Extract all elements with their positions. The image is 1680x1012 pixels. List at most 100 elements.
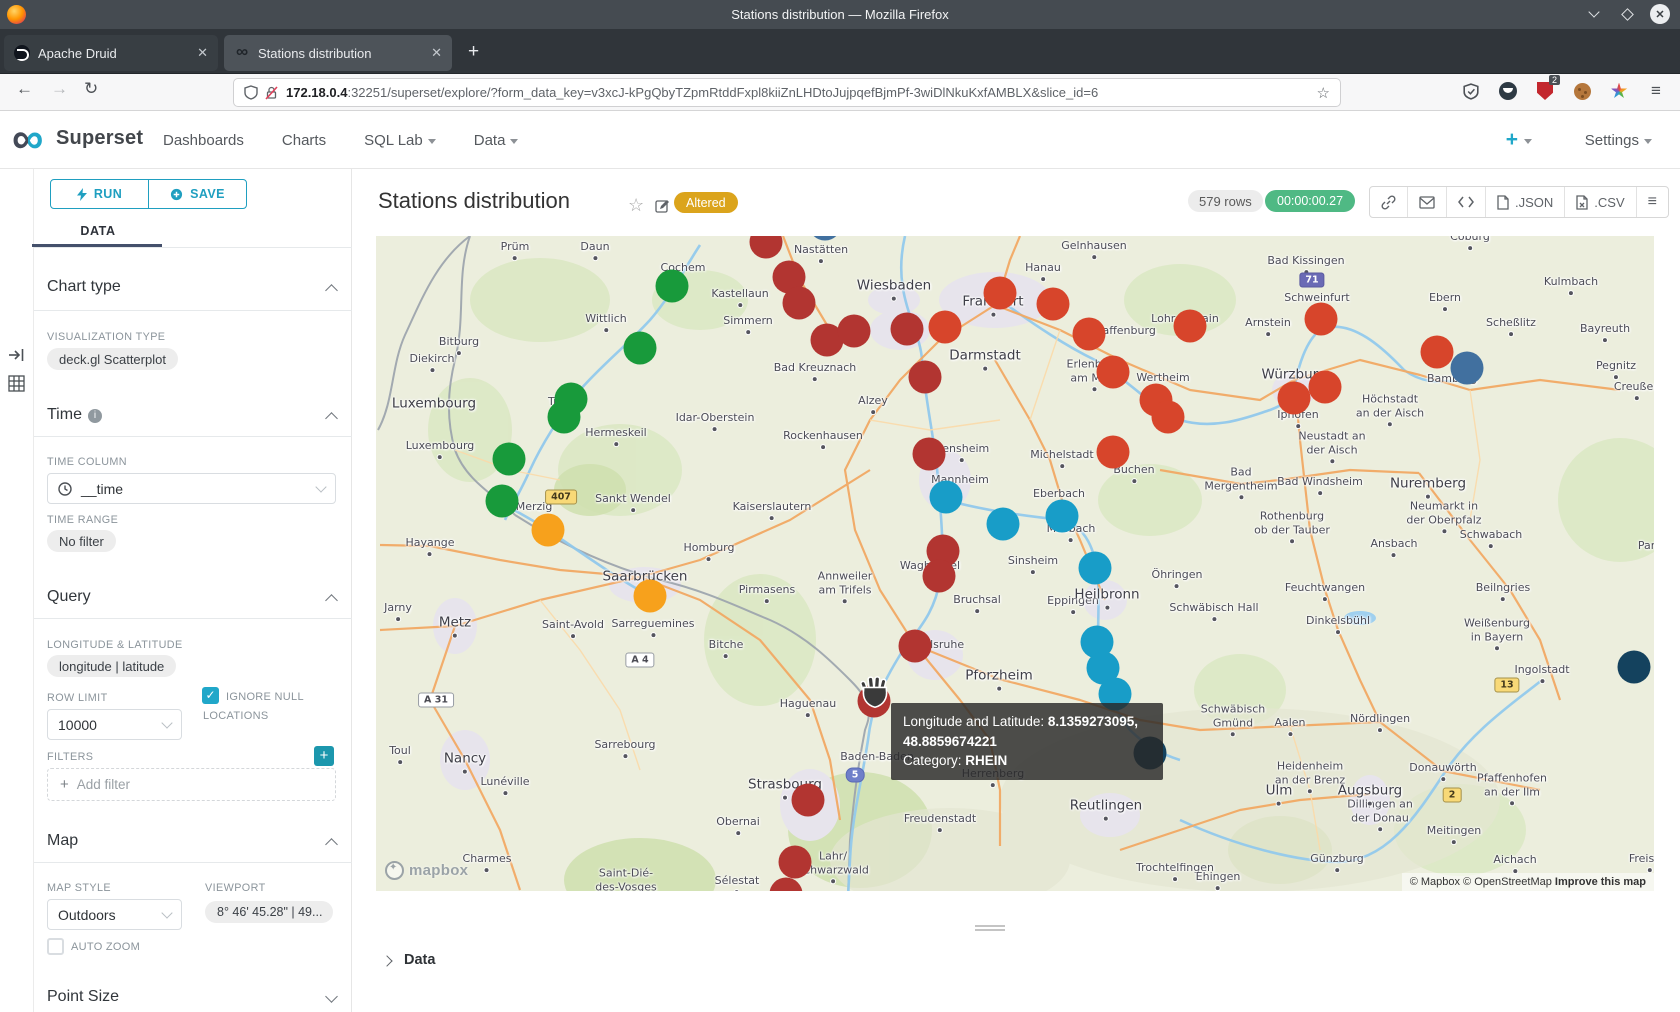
back-button[interactable]: ← xyxy=(16,79,33,99)
map-point[interactable] xyxy=(634,580,667,613)
map-point[interactable] xyxy=(1097,356,1130,389)
map-point[interactable] xyxy=(624,332,657,365)
section-map[interactable]: Map xyxy=(47,832,78,850)
chart-menu-button[interactable]: ≡ xyxy=(1636,187,1668,217)
ignore-null-checkbox[interactable]: ✓ xyxy=(202,687,219,704)
map-point[interactable] xyxy=(1278,382,1311,415)
map-point[interactable] xyxy=(913,438,946,471)
map-point[interactable] xyxy=(493,443,526,476)
insecure-lock-icon[interactable] xyxy=(265,86,278,100)
map-point[interactable] xyxy=(1097,436,1130,469)
map-point[interactable] xyxy=(891,313,924,346)
map-point[interactable] xyxy=(1305,303,1338,336)
map-point[interactable] xyxy=(923,560,956,593)
expand-datasource-icon[interactable] xyxy=(8,347,26,363)
map-style-select[interactable]: Outdoors xyxy=(47,899,182,930)
dataset-grid-icon[interactable] xyxy=(8,375,25,392)
maximize-button[interactable] xyxy=(1617,4,1637,24)
map-point[interactable] xyxy=(1152,401,1185,434)
route-shield: 2 xyxy=(1443,788,1462,803)
add-filter-plus-button[interactable]: + xyxy=(314,746,334,766)
map-point[interactable] xyxy=(987,508,1020,541)
mask-extension-icon[interactable] xyxy=(1497,80,1519,102)
run-button[interactable]: RUN xyxy=(51,180,149,208)
shield-extension-icon[interactable] xyxy=(1460,80,1482,102)
colorful-extension-icon[interactable] xyxy=(1608,80,1630,102)
nav-item-dashboards[interactable]: Dashboards xyxy=(163,132,244,149)
superset-logo[interactable]: ∞ xyxy=(12,119,43,159)
map-point[interactable] xyxy=(1073,318,1106,351)
deckgl-map[interactable]: PrümDaunCochemNastättenGelnhausenBad Kis… xyxy=(376,236,1654,891)
new-tab-button[interactable]: + xyxy=(468,41,479,63)
embed-code-button[interactable] xyxy=(1446,187,1485,217)
map-point[interactable] xyxy=(779,846,812,879)
section-query[interactable]: Query xyxy=(47,588,91,606)
cookie-extension-icon[interactable] xyxy=(1571,80,1593,102)
bookmark-star-icon[interactable]: ☆ xyxy=(1317,84,1330,102)
add-filter-box[interactable]: + Add filter xyxy=(47,768,336,801)
map-point[interactable] xyxy=(486,485,519,518)
email-button[interactable] xyxy=(1407,187,1446,217)
data-panel-header[interactable] xyxy=(352,945,1680,985)
filters-label: FILTERS xyxy=(47,751,93,763)
map-point[interactable] xyxy=(909,361,942,394)
map-point[interactable] xyxy=(1618,651,1651,684)
section-point-size[interactable]: Point Size xyxy=(47,988,119,1006)
panel-drag-handle[interactable] xyxy=(975,925,1005,927)
forward-button[interactable]: → xyxy=(51,79,68,99)
map-point[interactable] xyxy=(984,277,1017,310)
url-bar[interactable]: 172.18.0.4:32251/superset/explore/?form_… xyxy=(233,78,1341,107)
map-point[interactable] xyxy=(656,270,689,303)
section-chart-type[interactable]: Chart type xyxy=(47,278,121,296)
export-csv-button[interactable]: .CSV xyxy=(1564,187,1635,217)
nav-item-charts[interactable]: Charts xyxy=(282,132,326,149)
tracking-shield-icon[interactable] xyxy=(244,85,258,100)
superset-brand[interactable]: Superset xyxy=(56,127,143,150)
reload-button[interactable]: ↻ xyxy=(84,79,98,99)
viewport-value[interactable]: 8° 46' 45.28" | 49... xyxy=(205,901,333,923)
mapbox-logo[interactable]: mapbox xyxy=(385,861,468,880)
auto-zoom-checkbox[interactable] xyxy=(47,938,64,955)
map-point[interactable] xyxy=(783,287,816,320)
edit-title-icon[interactable] xyxy=(655,198,670,218)
ublock-icon[interactable]: 2 xyxy=(1534,80,1556,102)
settings-menu[interactable]: Settings xyxy=(1585,132,1652,149)
map-point[interactable] xyxy=(1421,336,1454,369)
nav-item-data[interactable]: Data xyxy=(474,132,519,149)
lonlat-value[interactable]: longitude | latitude xyxy=(47,655,176,677)
map-point[interactable] xyxy=(1079,552,1112,585)
map-point[interactable] xyxy=(899,630,932,663)
improve-map-link[interactable]: Improve this map xyxy=(1555,876,1646,888)
export-json-button[interactable]: .JSON xyxy=(1485,187,1564,217)
row-limit-select[interactable]: 10000 xyxy=(47,709,182,740)
viz-type-value[interactable]: deck.gl Scatterplot xyxy=(47,348,178,370)
map-point[interactable] xyxy=(930,481,963,514)
tab-data[interactable]: DATA xyxy=(34,218,162,238)
altered-badge[interactable]: Altered xyxy=(674,192,738,213)
favorite-star-icon[interactable]: ☆ xyxy=(628,195,644,216)
map-point[interactable] xyxy=(1174,310,1207,343)
map-point[interactable] xyxy=(838,315,871,348)
save-button[interactable]: SAVE xyxy=(149,180,246,208)
close-button[interactable]: ✕ xyxy=(1650,4,1670,24)
tab-apache-druid[interactable]: Apache Druid ✕ xyxy=(4,35,218,71)
tab-stations-distribution[interactable]: ∞ Stations distribution ✕ xyxy=(224,35,452,71)
map-point[interactable] xyxy=(1309,371,1342,404)
minimize-button[interactable] xyxy=(1584,4,1604,24)
map-point[interactable] xyxy=(1037,288,1070,321)
section-time[interactable]: Timei xyxy=(47,406,102,424)
map-point[interactable] xyxy=(1046,500,1079,533)
share-link-button[interactable] xyxy=(1370,187,1407,217)
browser-menu-icon[interactable]: ≡ xyxy=(1645,80,1667,102)
tab-close-icon[interactable]: ✕ xyxy=(421,45,442,61)
add-new-icon[interactable]: + xyxy=(1506,128,1518,152)
tab-close-icon[interactable]: ✕ xyxy=(187,45,208,61)
map-point[interactable] xyxy=(532,514,565,547)
map-point[interactable] xyxy=(792,784,825,817)
time-range-value[interactable]: No filter xyxy=(47,530,116,552)
time-column-select[interactable]: __time xyxy=(47,473,336,504)
map-point[interactable] xyxy=(548,401,581,434)
nav-item-sql-lab[interactable]: SQL Lab xyxy=(364,132,436,149)
map-point[interactable] xyxy=(929,311,962,344)
map-point[interactable] xyxy=(1451,352,1484,385)
